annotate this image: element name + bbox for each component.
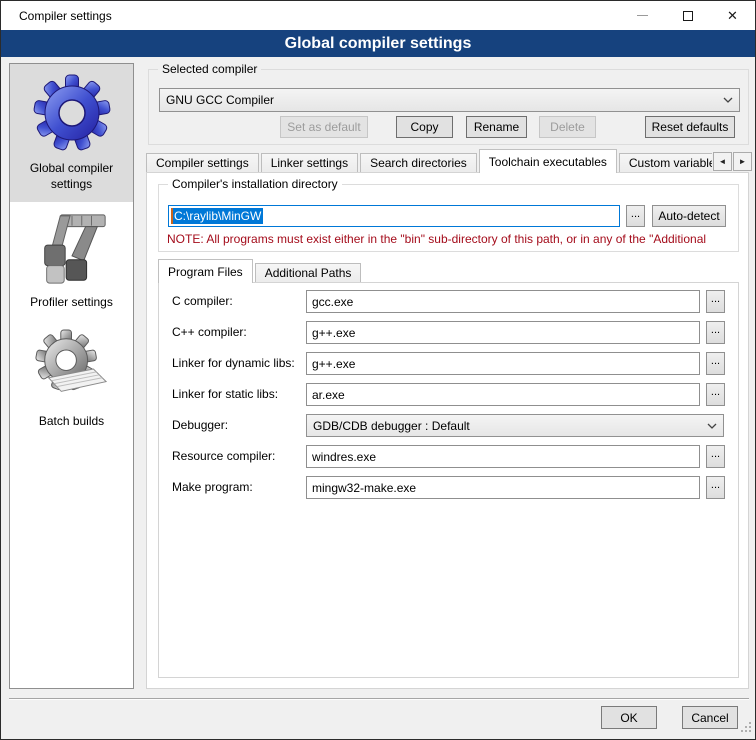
sidebar-item-label: Batch builds [39, 413, 104, 429]
settings-tab-bar: Compiler settings Linker settings Search… [146, 149, 712, 173]
sidebar-item-label: Global compiler settings [14, 160, 129, 192]
minimize-icon [637, 15, 648, 16]
c-compiler-browse-button[interactable]: ... [706, 290, 725, 313]
dialog-header: Global compiler settings [1, 30, 755, 57]
make-program-row: Make program: mingw32-make.exe ... [159, 476, 738, 499]
maximize-button[interactable] [665, 1, 710, 30]
installation-directory-group-label: Compiler's installation directory [168, 177, 342, 191]
footer-divider [9, 698, 749, 700]
sidebar-item-batch-builds[interactable]: Batch builds [10, 321, 133, 439]
tab-custom-variables[interactable]: Custom variables [619, 153, 712, 173]
window-controls: ✕ [620, 1, 755, 30]
debugger-label: Debugger: [172, 418, 228, 432]
tab-compiler-settings[interactable]: Compiler settings [146, 153, 259, 173]
reset-defaults-button[interactable]: Reset defaults [645, 116, 735, 138]
rename-button[interactable]: Rename [466, 116, 527, 138]
chevron-down-icon [717, 97, 739, 103]
copy-button[interactable]: Copy [396, 116, 453, 138]
auto-detect-button[interactable]: Auto-detect [652, 205, 726, 227]
installation-directory-input[interactable]: C:\raylib\MinGW [168, 205, 620, 227]
make-program-browse-button[interactable]: ... [706, 476, 725, 499]
debugger-row: Debugger: GDB/CDB debugger : Default [159, 414, 738, 437]
tab-scroll-right-button[interactable]: ► [733, 152, 752, 171]
set-as-default-button[interactable]: Set as default [280, 116, 368, 138]
toolchain-executables-page: Compiler's installation directory C:\ray… [146, 172, 749, 689]
tab-linker-settings[interactable]: Linker settings [261, 153, 358, 173]
static-linker-label: Linker for static libs: [172, 387, 278, 401]
arrow-right-icon: ► [739, 157, 747, 166]
tab-search-directories[interactable]: Search directories [360, 153, 477, 173]
selected-compiler-group-label: Selected compiler [158, 62, 261, 76]
tab-additional-paths[interactable]: Additional Paths [255, 263, 362, 283]
program-files-panel: C compiler: gcc.exe ... C++ compiler: g+… [158, 282, 739, 678]
resource-compiler-browse-button[interactable]: ... [706, 445, 725, 468]
compiler-settings-dialog: Compiler settings ✕ Global compiler sett… [0, 0, 756, 740]
resource-compiler-input[interactable]: windres.exe [306, 445, 700, 468]
ok-button[interactable]: OK [601, 706, 657, 729]
compiler-select-value: GNU GCC Compiler [160, 93, 717, 107]
static-linker-browse-button[interactable]: ... [706, 383, 725, 406]
tab-scroll-left-button[interactable]: ◄ [713, 152, 732, 171]
sidebar-item-profiler-settings[interactable]: Profiler settings [10, 202, 133, 320]
debugger-select[interactable]: GDB/CDB debugger : Default [306, 414, 724, 437]
arrow-left-icon: ◄ [719, 157, 727, 166]
cpp-compiler-label: C++ compiler: [172, 325, 247, 339]
resource-compiler-label: Resource compiler: [172, 449, 275, 463]
bin-subdirectory-note: NOTE: All programs must exist either in … [167, 232, 736, 246]
make-program-input[interactable]: mingw32-make.exe [306, 476, 700, 499]
gray-gear-stack-icon [33, 329, 111, 407]
cpp-compiler-input[interactable]: g++.exe [306, 321, 700, 344]
installation-directory-value: C:\raylib\MinGW [173, 208, 263, 224]
browse-directory-button[interactable]: ... [626, 205, 645, 227]
blue-gear-icon [31, 72, 113, 154]
dynamic-linker-input[interactable]: g++.exe [306, 352, 700, 375]
make-program-label: Make program: [172, 480, 253, 494]
dynamic-linker-label: Linker for dynamic libs: [172, 356, 295, 370]
resource-compiler-row: Resource compiler: windres.exe ... [159, 445, 738, 468]
maximize-icon [683, 11, 693, 21]
title-bar[interactable]: Compiler settings ✕ [1, 1, 755, 30]
static-linker-row: Linker for static libs: ar.exe ... [159, 383, 738, 406]
window-title: Compiler settings [1, 9, 112, 23]
close-button[interactable]: ✕ [710, 1, 755, 30]
cpp-compiler-row: C++ compiler: g++.exe ... [159, 321, 738, 344]
installation-directory-group: Compiler's installation directory C:\ray… [158, 184, 739, 252]
static-linker-input[interactable]: ar.exe [306, 383, 700, 406]
tab-program-files[interactable]: Program Files [158, 259, 253, 283]
caliper-icon [33, 210, 111, 288]
compiler-select[interactable]: GNU GCC Compiler [159, 88, 740, 112]
settings-category-list: Global compiler settings [9, 63, 134, 689]
dynamic-linker-row: Linker for dynamic libs: g++.exe ... [159, 352, 738, 375]
c-compiler-row: C compiler: gcc.exe ... [159, 290, 738, 313]
cancel-button[interactable]: Cancel [682, 706, 738, 729]
sidebar-item-label: Profiler settings [30, 294, 113, 310]
tab-toolchain-executables[interactable]: Toolchain executables [479, 149, 617, 173]
debugger-select-value: GDB/CDB debugger : Default [307, 419, 701, 433]
delete-button[interactable]: Delete [539, 116, 596, 138]
sidebar-item-global-compiler-settings[interactable]: Global compiler settings [10, 64, 133, 202]
dialog-header-title: Global compiler settings [285, 35, 472, 53]
c-compiler-label: C compiler: [172, 294, 233, 308]
selected-compiler-group: Selected compiler GNU GCC Compiler Set a… [148, 69, 749, 145]
dialog-body: Global compiler settings [1, 57, 755, 739]
c-compiler-input[interactable]: gcc.exe [306, 290, 700, 313]
dynamic-linker-browse-button[interactable]: ... [706, 352, 725, 375]
chevron-down-icon [701, 423, 723, 429]
minimize-button[interactable] [620, 1, 665, 30]
close-icon: ✕ [727, 9, 738, 22]
program-files-tab-bar: Program Files Additional Paths [158, 259, 363, 283]
resize-grip[interactable] [740, 721, 752, 736]
cpp-compiler-browse-button[interactable]: ... [706, 321, 725, 344]
